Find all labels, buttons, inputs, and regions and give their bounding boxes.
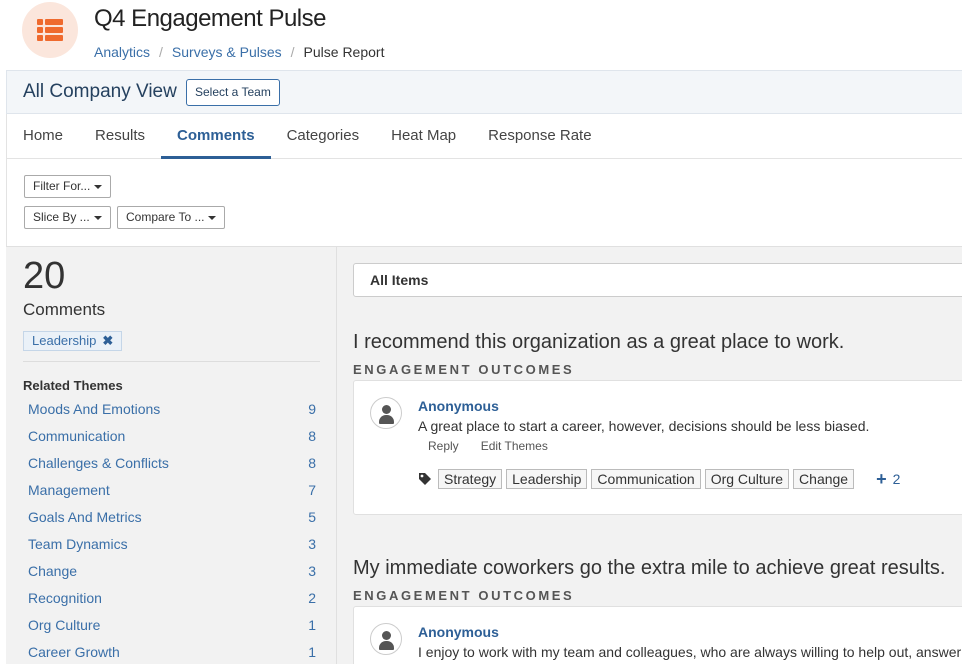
theme-item[interactable]: Challenges & Conflicts 8 (28, 454, 316, 481)
theme-count: 1 (308, 644, 316, 660)
slice-by-label: Slice By ... (33, 210, 90, 224)
theme-tag[interactable]: Leadership (506, 469, 588, 489)
theme-item[interactable]: Team Dynamics 3 (28, 535, 316, 562)
filter-bar: Filter For... Slice By ... Compare To ..… (6, 159, 962, 246)
theme-name: Recognition (28, 590, 102, 606)
more-tags-button[interactable]: + 2 (876, 469, 901, 489)
theme-name: Career Growth (28, 644, 120, 660)
comment-count: 20 (23, 255, 66, 297)
theme-item[interactable]: Moods And Emotions 9 (28, 400, 316, 427)
theme-count: 3 (308, 563, 316, 579)
theme-item[interactable]: Goals And Metrics 5 (28, 508, 316, 535)
comment-tags: Strategy Leadership Communication Org Cu… (418, 469, 900, 489)
theme-item[interactable]: Career Growth 1 (28, 643, 316, 664)
related-themes-heading: Related Themes (23, 378, 123, 393)
slice-by-dropdown[interactable]: Slice By ... (24, 206, 111, 229)
company-view-title: All Company View (23, 81, 177, 102)
theme-count: 9 (308, 401, 316, 417)
theme-name: Management (28, 482, 110, 498)
theme-item[interactable]: Recognition 2 (28, 589, 316, 616)
plus-icon: + (876, 469, 887, 489)
comment-actions: Reply Edit Themes (428, 439, 548, 453)
theme-item[interactable]: Management 7 (28, 481, 316, 508)
tab-heat-map[interactable]: Heat Map (375, 114, 472, 159)
caret-down-icon (208, 215, 217, 220)
tab-categories[interactable]: Categories (271, 114, 376, 159)
close-icon[interactable]: ✖ (102, 333, 113, 348)
theme-item[interactable]: Org Culture 1 (28, 616, 316, 643)
theme-count: 7 (308, 482, 316, 498)
theme-item[interactable]: Change 3 (28, 562, 316, 589)
theme-count: 3 (308, 536, 316, 552)
app-logo (22, 2, 78, 58)
theme-count: 2 (308, 590, 316, 606)
theme-name: Communication (28, 428, 126, 444)
tag-icon (419, 473, 431, 485)
theme-tag[interactable]: Strategy (438, 469, 503, 489)
breadcrumb-separator: / (290, 44, 295, 60)
tab-home[interactable]: Home (7, 114, 79, 159)
reply-link[interactable]: Reply (428, 439, 459, 453)
page-header: Q4 Engagement Pulse Analytics / Surveys … (0, 0, 962, 70)
tab-results[interactable]: Results (79, 114, 161, 159)
theme-name: Team Dynamics (28, 536, 128, 552)
page-title: Q4 Engagement Pulse (94, 5, 327, 32)
select-team-button[interactable]: Select a Team (186, 79, 280, 106)
comment-card: Anonymous A great place to start a caree… (353, 380, 962, 515)
theme-item[interactable]: Communication 8 (28, 427, 316, 454)
comment-author: Anonymous (418, 624, 499, 640)
items-filter-dropdown[interactable]: All Items (353, 263, 962, 297)
question-category: ENGAGEMENT OUTCOMES (353, 362, 575, 377)
theme-name: Goals And Metrics (28, 509, 142, 525)
compare-to-label: Compare To ... (126, 210, 205, 224)
tab-response-rate[interactable]: Response Rate (472, 114, 607, 159)
question-title: I recommend this organization as a great… (353, 331, 845, 353)
comment-text: I enjoy to work with my team and colleag… (418, 644, 962, 660)
filter-for-dropdown[interactable]: Filter For... (24, 175, 112, 198)
comment-card: Anonymous I enjoy to work with my team a… (353, 606, 962, 664)
caret-down-icon (93, 215, 102, 220)
tab-comments[interactable]: Comments (161, 114, 271, 159)
comment-text: A great place to start a career, however… (418, 418, 870, 434)
divider (23, 361, 320, 362)
theme-count: 1 (308, 617, 316, 633)
report-tabs: Home Results Comments Categories Heat Ma… (6, 114, 962, 159)
theme-count: 8 (308, 428, 316, 444)
active-filter-label: Leadership (32, 333, 97, 348)
summary-panel: 20 Comments Leadership ✖ Related Themes M… (6, 246, 337, 664)
user-icon (370, 397, 402, 429)
edit-themes-link[interactable]: Edit Themes (481, 439, 548, 453)
related-themes-list: Moods And Emotions 9 Communication 8 Chall… (28, 400, 316, 664)
theme-tag[interactable]: Org Culture (704, 469, 790, 489)
comments-panel: All Items I recommend this organization … (337, 246, 962, 664)
compare-to-dropdown[interactable]: Compare To ... (117, 206, 226, 229)
company-bar: All Company View Select a Team (6, 70, 962, 114)
theme-name: Change (28, 563, 78, 579)
theme-name: Org Culture (28, 617, 101, 633)
theme-tag[interactable]: Communication (591, 469, 701, 489)
question-category: ENGAGEMENT OUTCOMES (353, 588, 575, 603)
active-filter-chip[interactable]: Leadership ✖ (23, 331, 123, 351)
question-title: My immediate coworkers go the extra mile… (353, 557, 946, 579)
breadcrumb-analytics[interactable]: Analytics (94, 44, 150, 60)
caret-down-icon (94, 184, 103, 189)
theme-count: 8 (308, 455, 316, 471)
theme-name: Moods And Emotions (28, 401, 161, 417)
breadcrumb-separator: / (159, 44, 163, 60)
theme-count: 5 (308, 509, 316, 525)
list-icon (37, 19, 63, 41)
breadcrumb: Analytics / Surveys & Pulses / Pulse Rep… (94, 44, 384, 60)
theme-name: Challenges & Conflicts (28, 455, 169, 471)
breadcrumb-surveys-pulses[interactable]: Surveys & Pulses (172, 44, 282, 60)
theme-tag[interactable]: Change (793, 469, 855, 489)
comment-author: Anonymous (418, 398, 499, 414)
comment-count-label: Comments (23, 300, 106, 319)
user-icon (370, 623, 402, 655)
filter-for-label: Filter For... (33, 179, 91, 193)
breadcrumb-pulse-report: Pulse Report (303, 44, 385, 60)
more-tags-count: 2 (892, 471, 901, 487)
